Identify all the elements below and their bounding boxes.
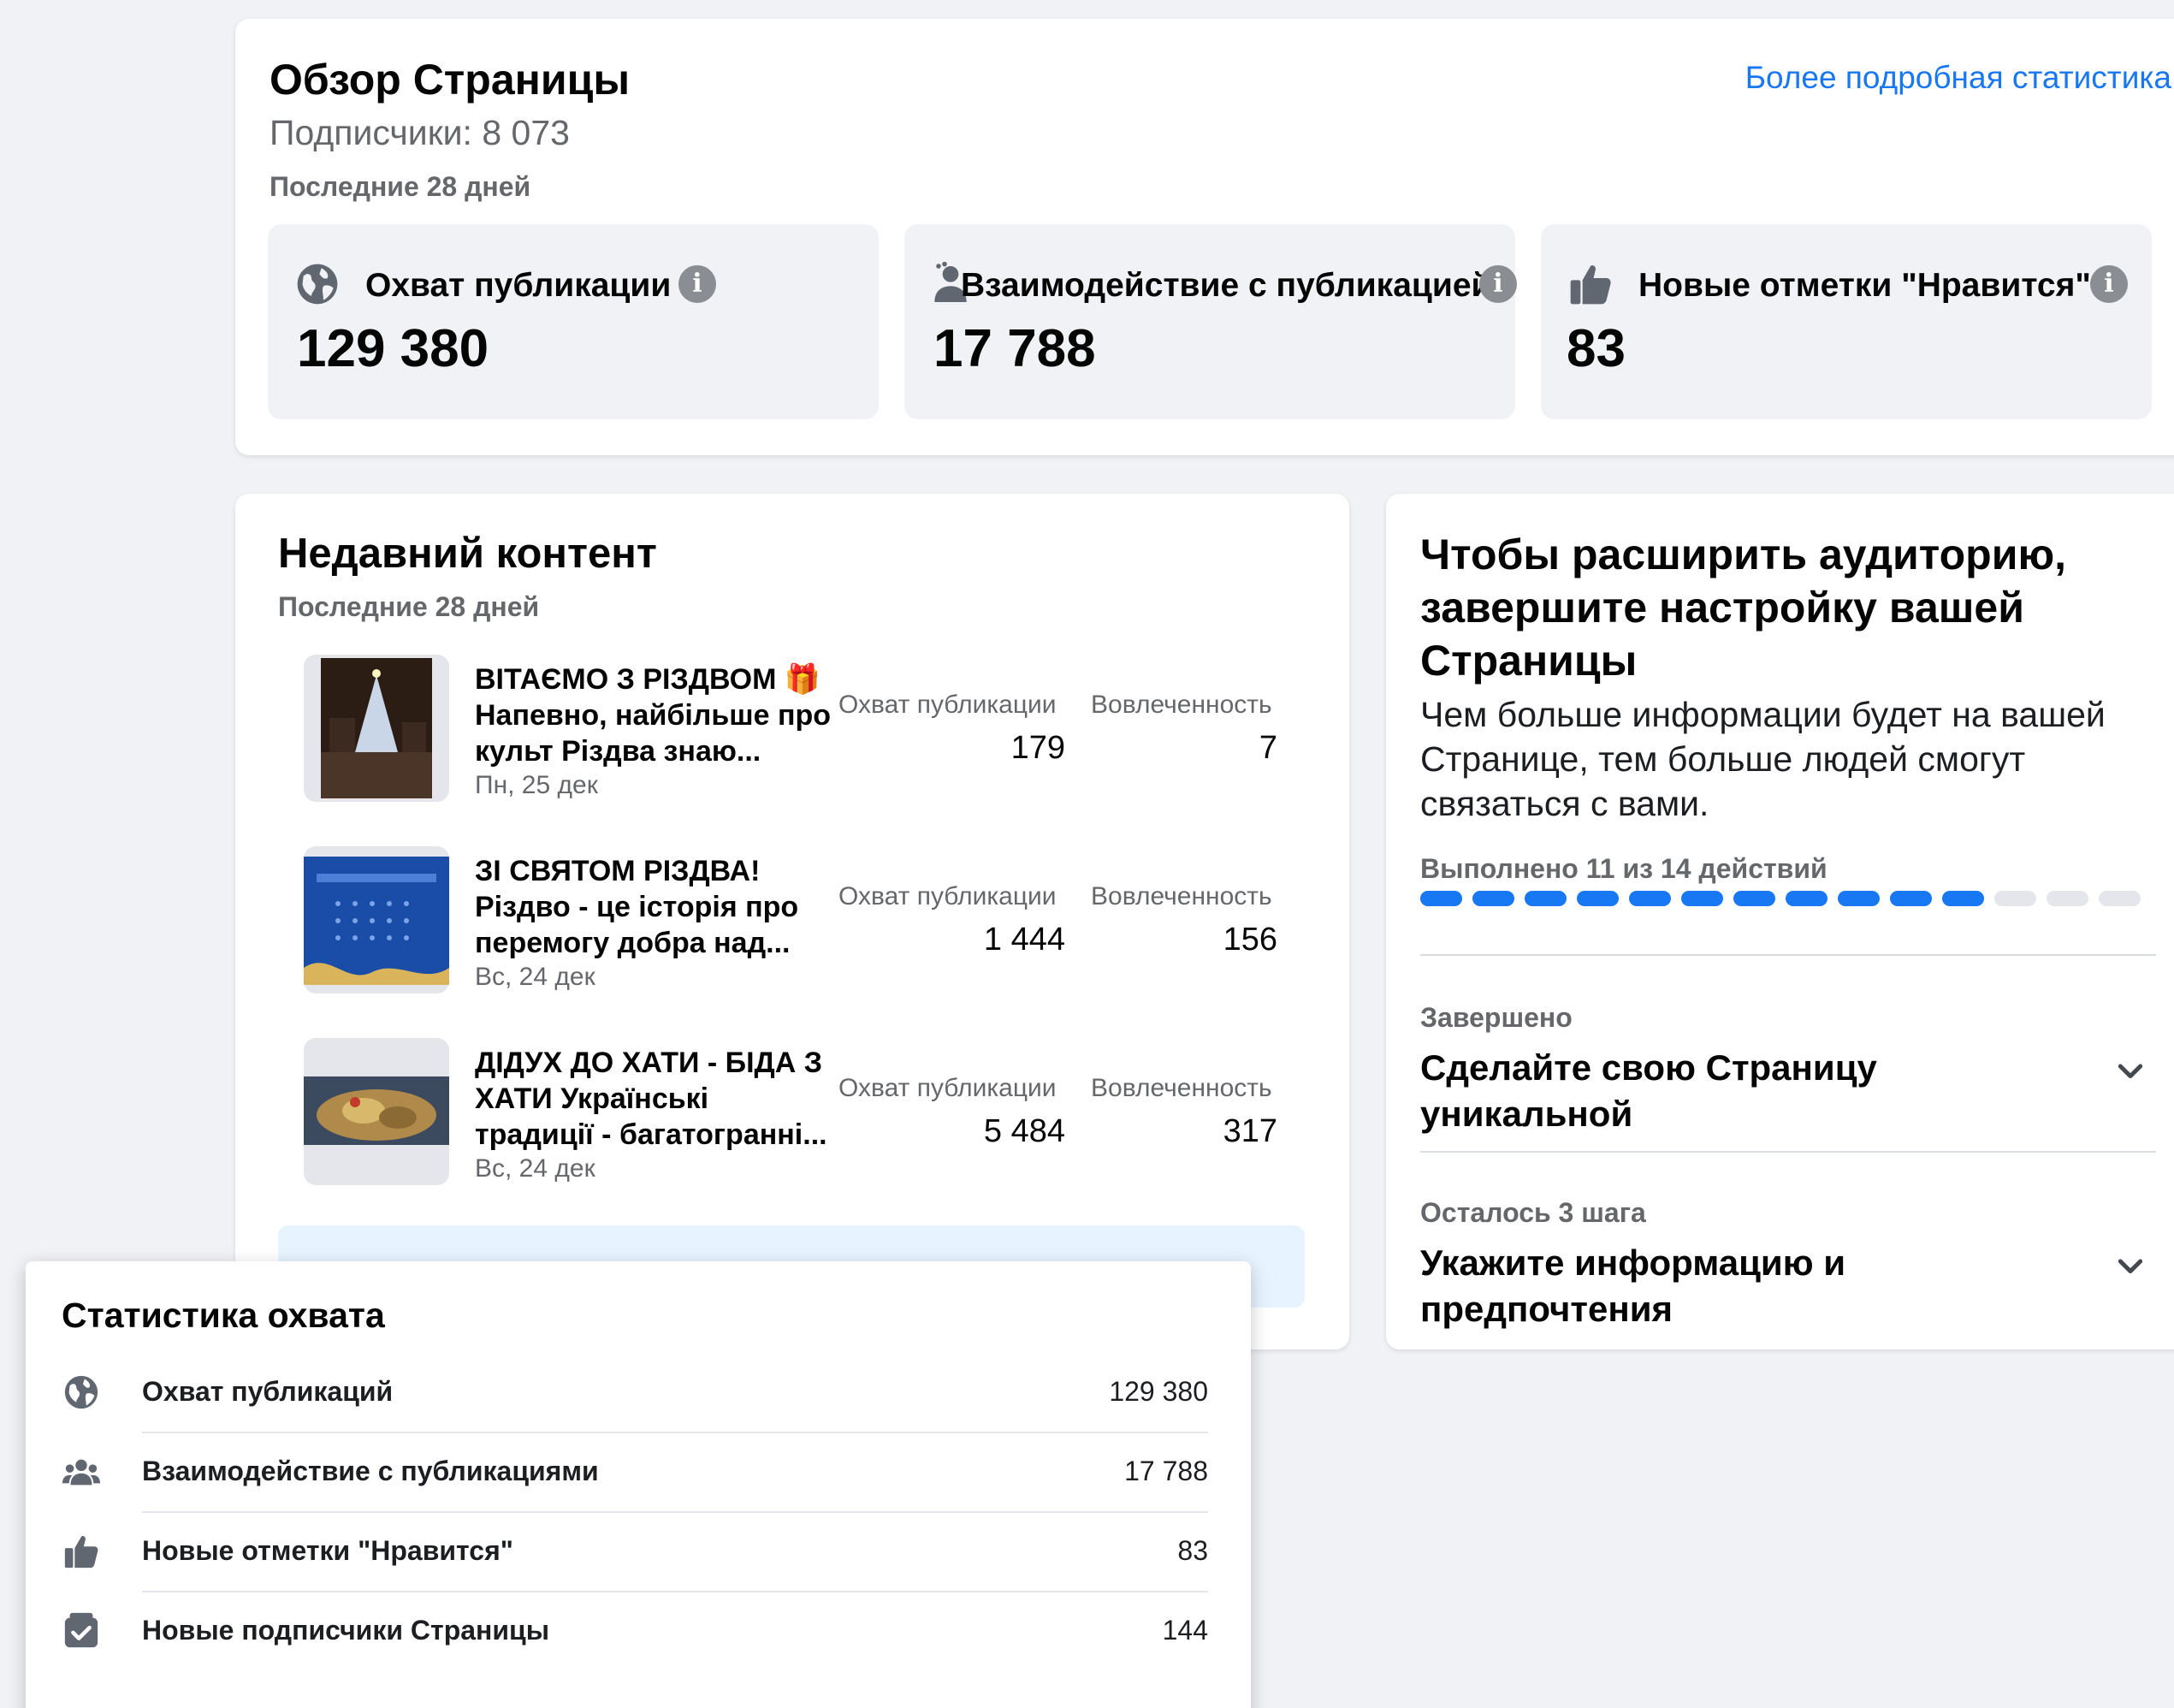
step-title: Укажите информацию и предпочтения [1420, 1242, 1846, 1329]
people-icon [62, 1459, 101, 1486]
globe-icon [64, 1375, 98, 1409]
step-title: Сделайте свою Страницу уникальной [1420, 1047, 1877, 1134]
metric-post-reach: Охват публикации i 129 380 [268, 224, 879, 419]
recent-content-title: Недавний контент [278, 531, 657, 577]
reach-column-label: Охват публикации [838, 691, 1057, 719]
progress-segment-pending [2047, 891, 2088, 906]
post-thumbnail[interactable] [304, 1038, 449, 1185]
page-follow-icon [64, 1612, 98, 1648]
engagement-column-label: Вовлеченность [1091, 1074, 1272, 1102]
setup-step-info-preferences[interactable]: Осталось 3 шага Укажите информацию и пре… [1420, 1197, 2173, 1349]
stats-row-new-followers: Новые подписчики Страницы 144 [62, 1592, 1242, 1672]
step-status: Завершено [1420, 1002, 1573, 1033]
progress-segment-pending [1994, 891, 2036, 906]
metric-label: Охват публикации [365, 267, 672, 304]
post-row[interactable]: ВІТАЄМО З РІЗДВОМ 🎁 Напевно, найбільше п… [304, 655, 1313, 809]
page-setup-description: Чем больше информации будет на вашей Стр… [1420, 695, 2106, 823]
post-date: Вс, 24 дек [475, 963, 595, 991]
info-icon[interactable]: i [678, 265, 716, 303]
reach-column-label: Охват публикации [838, 882, 1057, 910]
post-title[interactable]: ДІДУХ ДО ХАТИ - БІДА З ХАТИ Українські т… [475, 1045, 834, 1153]
post-date: Вс, 24 дек [475, 1154, 595, 1183]
recent-content-period: Последние 28 дней [278, 591, 540, 622]
metric-post-engagement: Взаимодействие с публикацией i 17 788 [904, 224, 1517, 419]
page-setup-title: Чтобы расширить аудиторию, завершите нас… [1420, 531, 2067, 685]
divider [1420, 1151, 2156, 1153]
stats-row-new-likes: Новые отметки "Нравится" 83 [62, 1513, 1242, 1592]
stats-value: 83 [1177, 1535, 1208, 1566]
progress-segment-done [1838, 891, 1880, 906]
more-statistics-link[interactable]: Более подробная статистика [1745, 60, 2171, 96]
progress-segment-done [1733, 891, 1775, 906]
page-setup-card: Чтобы расширить аудиторию, завершите нас… [1386, 494, 2174, 1349]
page-overview-title: Обзор Страницы [270, 56, 631, 104]
chevron-down-icon[interactable] [2113, 1248, 2147, 1283]
thumbs-up-icon [1570, 265, 1611, 305]
christmas-card-image [304, 857, 449, 985]
progress-segment-done [1786, 891, 1827, 906]
metric-value: 129 380 [297, 319, 489, 378]
setup-progress-bar [1420, 891, 2141, 906]
metric-value: 17 788 [933, 319, 1096, 378]
stats-label: Новые подписчики Страницы [142, 1615, 550, 1646]
post-row[interactable]: ЗІ СВЯТОМ РІЗДВА! Різдво - це історія пр… [304, 846, 1313, 1000]
stats-label: Охват публикаций [142, 1376, 394, 1407]
progress-segment-done [1525, 891, 1567, 906]
metric-value: 83 [1567, 319, 1626, 378]
post-engagement-value: 156 [1223, 922, 1277, 958]
info-icon[interactable]: i [1479, 265, 1517, 303]
progress-segment-done [1629, 891, 1671, 906]
post-reach-value: 1 444 [983, 922, 1065, 958]
didukh-image [304, 1076, 449, 1145]
progress-segment-done [1890, 891, 1932, 906]
post-engagement-value: 7 [1259, 730, 1277, 766]
progress-segment-done [1577, 891, 1619, 906]
engagement-column-label: Вовлеченность [1091, 691, 1272, 719]
setup-step-unique-page[interactable]: Завершено Сделайте свою Страницу уникаль… [1420, 1002, 2173, 1173]
progress-label: Выполнено 11 из 14 действий [1420, 853, 1827, 884]
post-title[interactable]: ЗІ СВЯТОМ РІЗДВА! Різдво - це історія пр… [475, 853, 834, 961]
subscribers-count: Подписчики: 8 073 [270, 113, 570, 152]
post-reach-value: 179 [1010, 730, 1065, 766]
engagement-column-label: Вовлеченность [1091, 882, 1272, 910]
metric-new-likes: Новые отметки "Нравится" i 83 [1541, 224, 2152, 419]
reach-column-label: Охват публикации [838, 1074, 1057, 1102]
post-reach-value: 5 484 [983, 1113, 1065, 1149]
metric-label: Взаимодействие с публикацией [961, 267, 1492, 304]
stats-value: 17 788 [1124, 1456, 1208, 1486]
metric-label: Новые отметки "Нравится" [1638, 267, 2091, 304]
stats-value: 129 380 [1109, 1376, 1208, 1407]
christmas-tree-image [321, 658, 432, 798]
recent-content-card: Недавний контент Последние 28 дней ВІТАЄ… [235, 494, 1349, 1349]
post-engagement-value: 317 [1223, 1113, 1277, 1149]
post-date: Пн, 25 дек [475, 771, 598, 799]
stats-row-engagement: Взаимодействие с публикациями 17 788 [62, 1433, 1242, 1513]
post-thumbnail[interactable] [304, 846, 449, 993]
reach-stats-popup: Статистика охвата Охват публикаций 129 3… [26, 1261, 1251, 1708]
page-overview-card: Обзор Страницы Подписчики: 8 073 Последн… [235, 19, 2174, 455]
info-icon[interactable]: i [2090, 265, 2128, 303]
post-title[interactable]: ВІТАЄМО З РІЗДВОМ 🎁 Напевно, найбільше п… [475, 661, 834, 769]
globe-icon [297, 264, 338, 305]
progress-segment-pending [2099, 891, 2141, 906]
chevron-down-icon[interactable] [2113, 1053, 2147, 1088]
post-thumbnail[interactable] [304, 655, 449, 802]
progress-segment-done [1942, 891, 1984, 906]
reach-stats-title: Статистика охвата [62, 1296, 385, 1335]
divider [1420, 954, 2156, 956]
progress-segment-done [1681, 891, 1723, 906]
post-row[interactable]: ДІДУХ ДО ХАТИ - БІДА З ХАТИ Українські т… [304, 1038, 1313, 1192]
progress-segment-done [1472, 891, 1514, 906]
thumbs-up-icon [64, 1535, 98, 1569]
step-status: Осталось 3 шага [1420, 1197, 1646, 1228]
stats-label: Новые отметки "Нравится" [142, 1535, 513, 1566]
stats-label: Взаимодействие с публикациями [142, 1456, 599, 1486]
stats-value: 144 [1162, 1615, 1208, 1646]
stats-row-post-reach: Охват публикаций 129 380 [62, 1354, 1242, 1433]
overview-period: Последние 28 дней [270, 171, 531, 202]
progress-segment-done [1420, 891, 1462, 906]
